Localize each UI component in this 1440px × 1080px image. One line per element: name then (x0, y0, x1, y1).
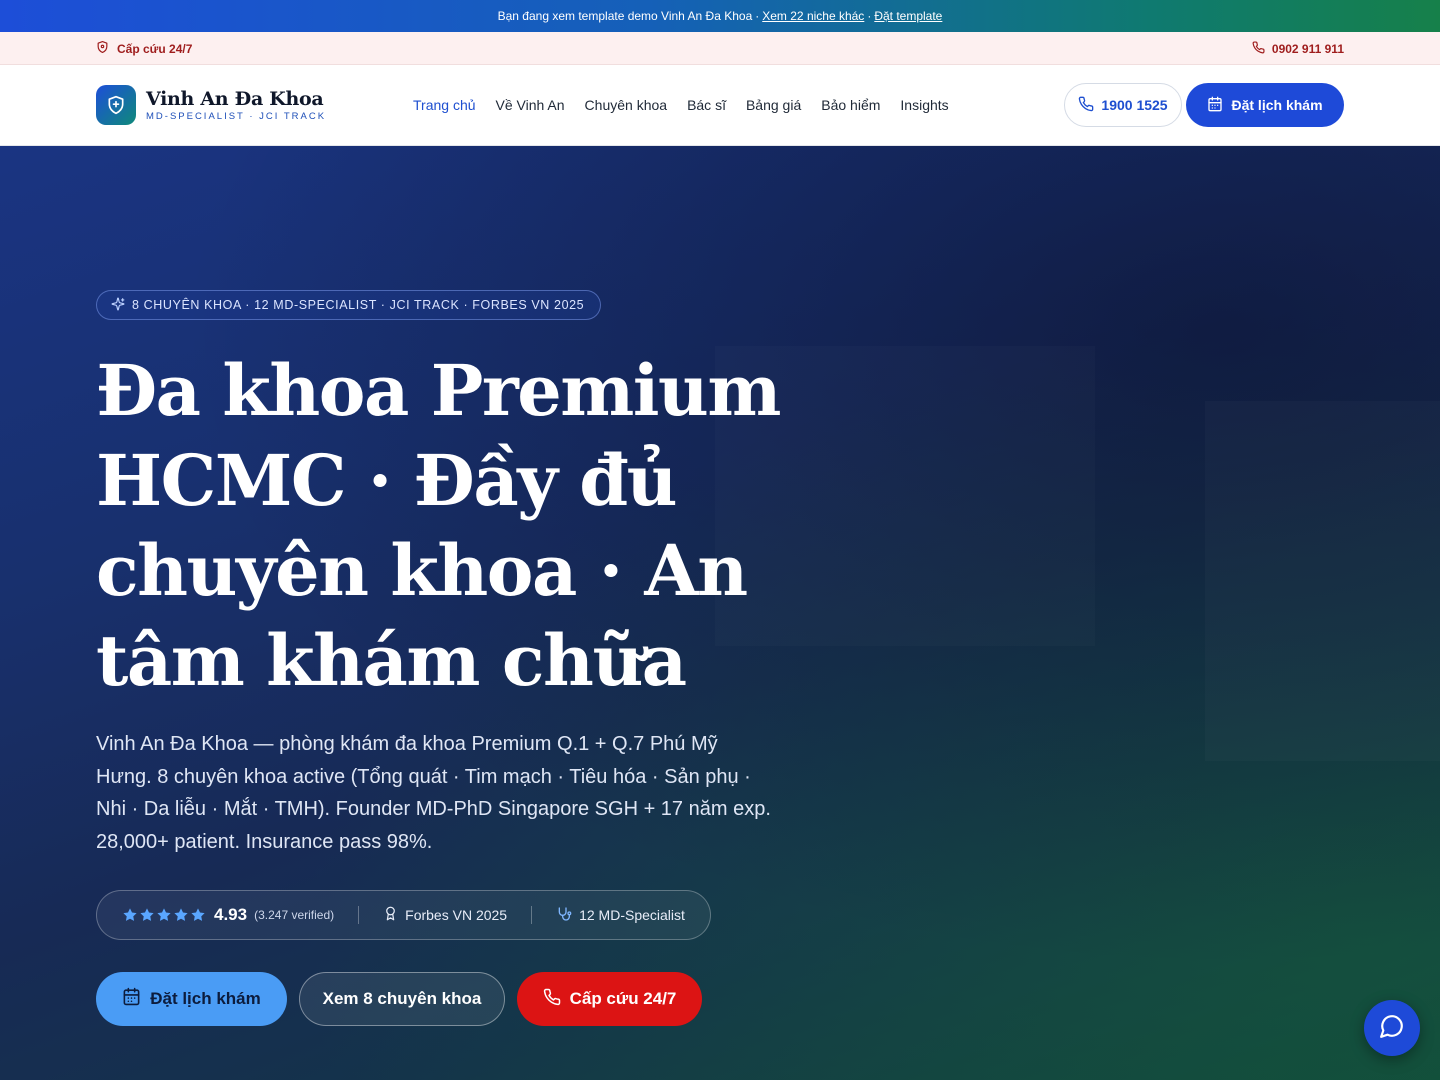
chat-widget-button[interactable] (1364, 1000, 1420, 1056)
rating-value: 4.93 (214, 905, 248, 924)
award-icon (383, 906, 398, 924)
logo[interactable]: Vinh An Đa Khoa MD-SPECIALIST · JCI TRAC… (96, 85, 326, 125)
chat-bubble-icon (1379, 1013, 1405, 1044)
nav-insurance[interactable]: Bảo hiểm (821, 97, 880, 113)
hero-tagline-pill: 8 CHUYÊN KHOA · 12 MD-SPECIALIST · JCI T… (96, 290, 602, 320)
main-nav: Trang chủ Về Vinh An Chuyên khoa Bác sĩ … (413, 65, 949, 145)
logo-title: Vinh An Đa Khoa (146, 88, 324, 110)
hero-section: 8 CHUYÊN KHOA · 12 MD-SPECIALIST · JCI T… (0, 146, 1440, 1080)
hero-tagline: 8 CHUYÊN KHOA · 12 MD-SPECIALIST · JCI T… (132, 298, 585, 312)
star-icon (191, 908, 205, 921)
phone-icon (1078, 96, 1094, 115)
award-label: Forbes VN 2025 (405, 907, 508, 923)
site-header: Vinh An Đa Khoa MD-SPECIALIST · JCI TRAC… (0, 65, 1440, 146)
book-appointment-button[interactable]: Đặt lịch khám (96, 972, 287, 1026)
award-stat: Forbes VN 2025 (383, 906, 507, 924)
hero-background-shape (1205, 401, 1440, 761)
nav-doctors[interactable]: Bác sĩ (687, 97, 726, 113)
nav-about[interactable]: Về Vinh An (496, 97, 565, 113)
hotline-number: 1900 1525 (1101, 97, 1168, 113)
book-appointment-label: Đặt lịch khám (150, 989, 261, 1008)
hotline-button[interactable]: 1900 1525 (1064, 83, 1182, 127)
utility-phone-link[interactable]: 0902 911 911 (1252, 32, 1344, 65)
star-icon (140, 908, 154, 921)
calendar-icon (122, 987, 141, 1011)
view-specialties-button[interactable]: Xem 8 chuyên khoa (299, 972, 505, 1026)
hero-description: Vinh An Đa Khoa — phòng khám đa khoa Pre… (96, 733, 771, 853)
specialists-stat: 12 MD-Specialist (556, 906, 685, 925)
specialists-label: 12 MD-Specialist (579, 907, 685, 923)
view-specialties-label: Xem 8 chuyên khoa (322, 989, 482, 1008)
shield-icon (96, 40, 109, 57)
trust-stats-bar: 4.93 (3.247 verified) Forbes VN 2025 12 … (96, 890, 711, 940)
emergency-button-label: Cấp cứu 24/7 (569, 989, 677, 1008)
star-icon (157, 908, 171, 921)
phone-icon (543, 988, 561, 1011)
phone-icon (1252, 40, 1265, 57)
utility-phone-number: 0902 911 911 (1271, 41, 1344, 56)
rating-stars (122, 907, 206, 923)
stethoscope-icon (556, 906, 572, 925)
header-book-button[interactable]: Đặt lịch khám (1186, 83, 1344, 127)
utility-bar: Cấp cứu 24/7 0902 911 911 (0, 32, 1440, 65)
nav-pricing[interactable]: Bảng giá (746, 97, 801, 113)
demo-banner: Bạn đang xem template demo Vinh An Đa Kh… (0, 0, 1440, 32)
separator: · (755, 9, 760, 23)
emergency-label: Cấp cứu 24/7 (117, 41, 193, 56)
sparkles-icon (111, 297, 125, 314)
demo-banner-text: Bạn đang xem template demo Vinh An Đa Kh… (497, 9, 753, 23)
other-niches-link[interactable]: Xem 22 niche khác (762, 9, 864, 23)
nav-home[interactable]: Trang chủ (413, 97, 476, 113)
separator: · (867, 9, 872, 23)
star-icon (174, 908, 188, 921)
divider (531, 906, 533, 924)
hero-title: Đa khoa Premium HCMC · Đầy đủ chuyên kho… (96, 349, 781, 702)
star-icon (123, 908, 137, 921)
nav-specialties[interactable]: Chuyên khoa (585, 97, 668, 113)
emergency-button[interactable]: Cấp cứu 24/7 (517, 972, 702, 1026)
divider (358, 906, 360, 924)
header-book-label: Đặt lịch khám (1231, 97, 1323, 113)
calendar-icon (1207, 96, 1223, 115)
logo-subtitle: MD-SPECIALIST · JCI TRACK (146, 111, 327, 122)
shield-plus-icon (96, 85, 136, 125)
order-template-link[interactable]: Đặt template (874, 9, 942, 23)
rating-count: (3.247 verified) (254, 908, 335, 922)
emergency-notice: Cấp cứu 24/7 (96, 32, 192, 65)
nav-insights[interactable]: Insights (900, 97, 948, 113)
logo-text: Vinh An Đa Khoa MD-SPECIALIST · JCI TRAC… (146, 88, 326, 122)
